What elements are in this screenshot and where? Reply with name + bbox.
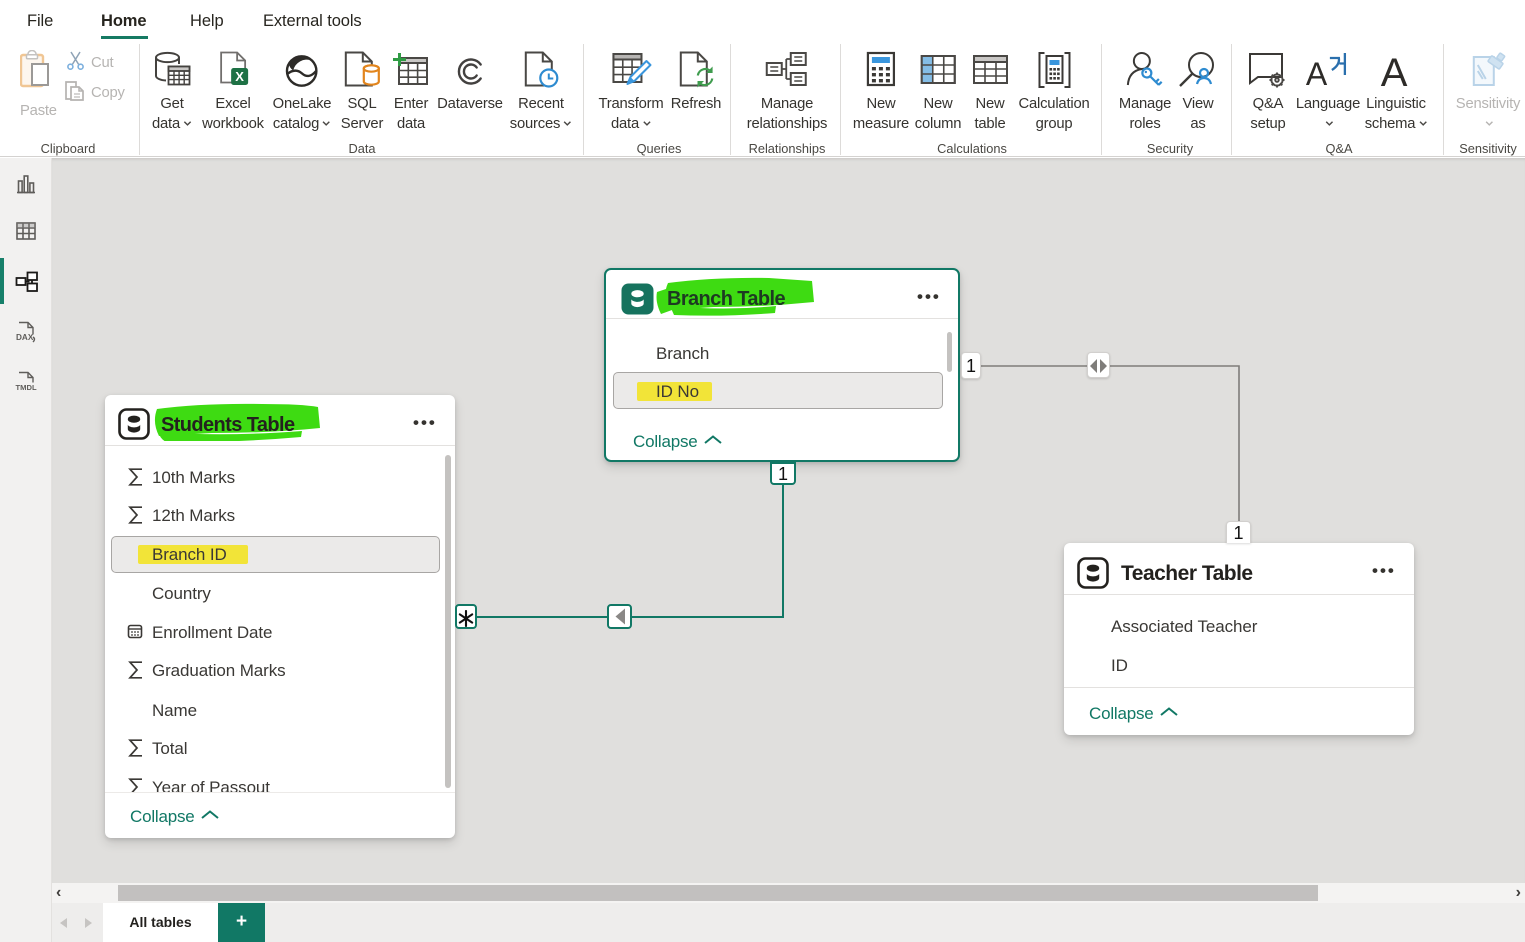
svg-text:A: A — [1306, 56, 1328, 91]
svg-text:X: X — [235, 69, 244, 84]
svg-text:A: A — [1381, 51, 1408, 91]
svg-text:TMDL: TMDL — [16, 383, 37, 392]
svg-text:DAX: DAX — [16, 333, 34, 342]
